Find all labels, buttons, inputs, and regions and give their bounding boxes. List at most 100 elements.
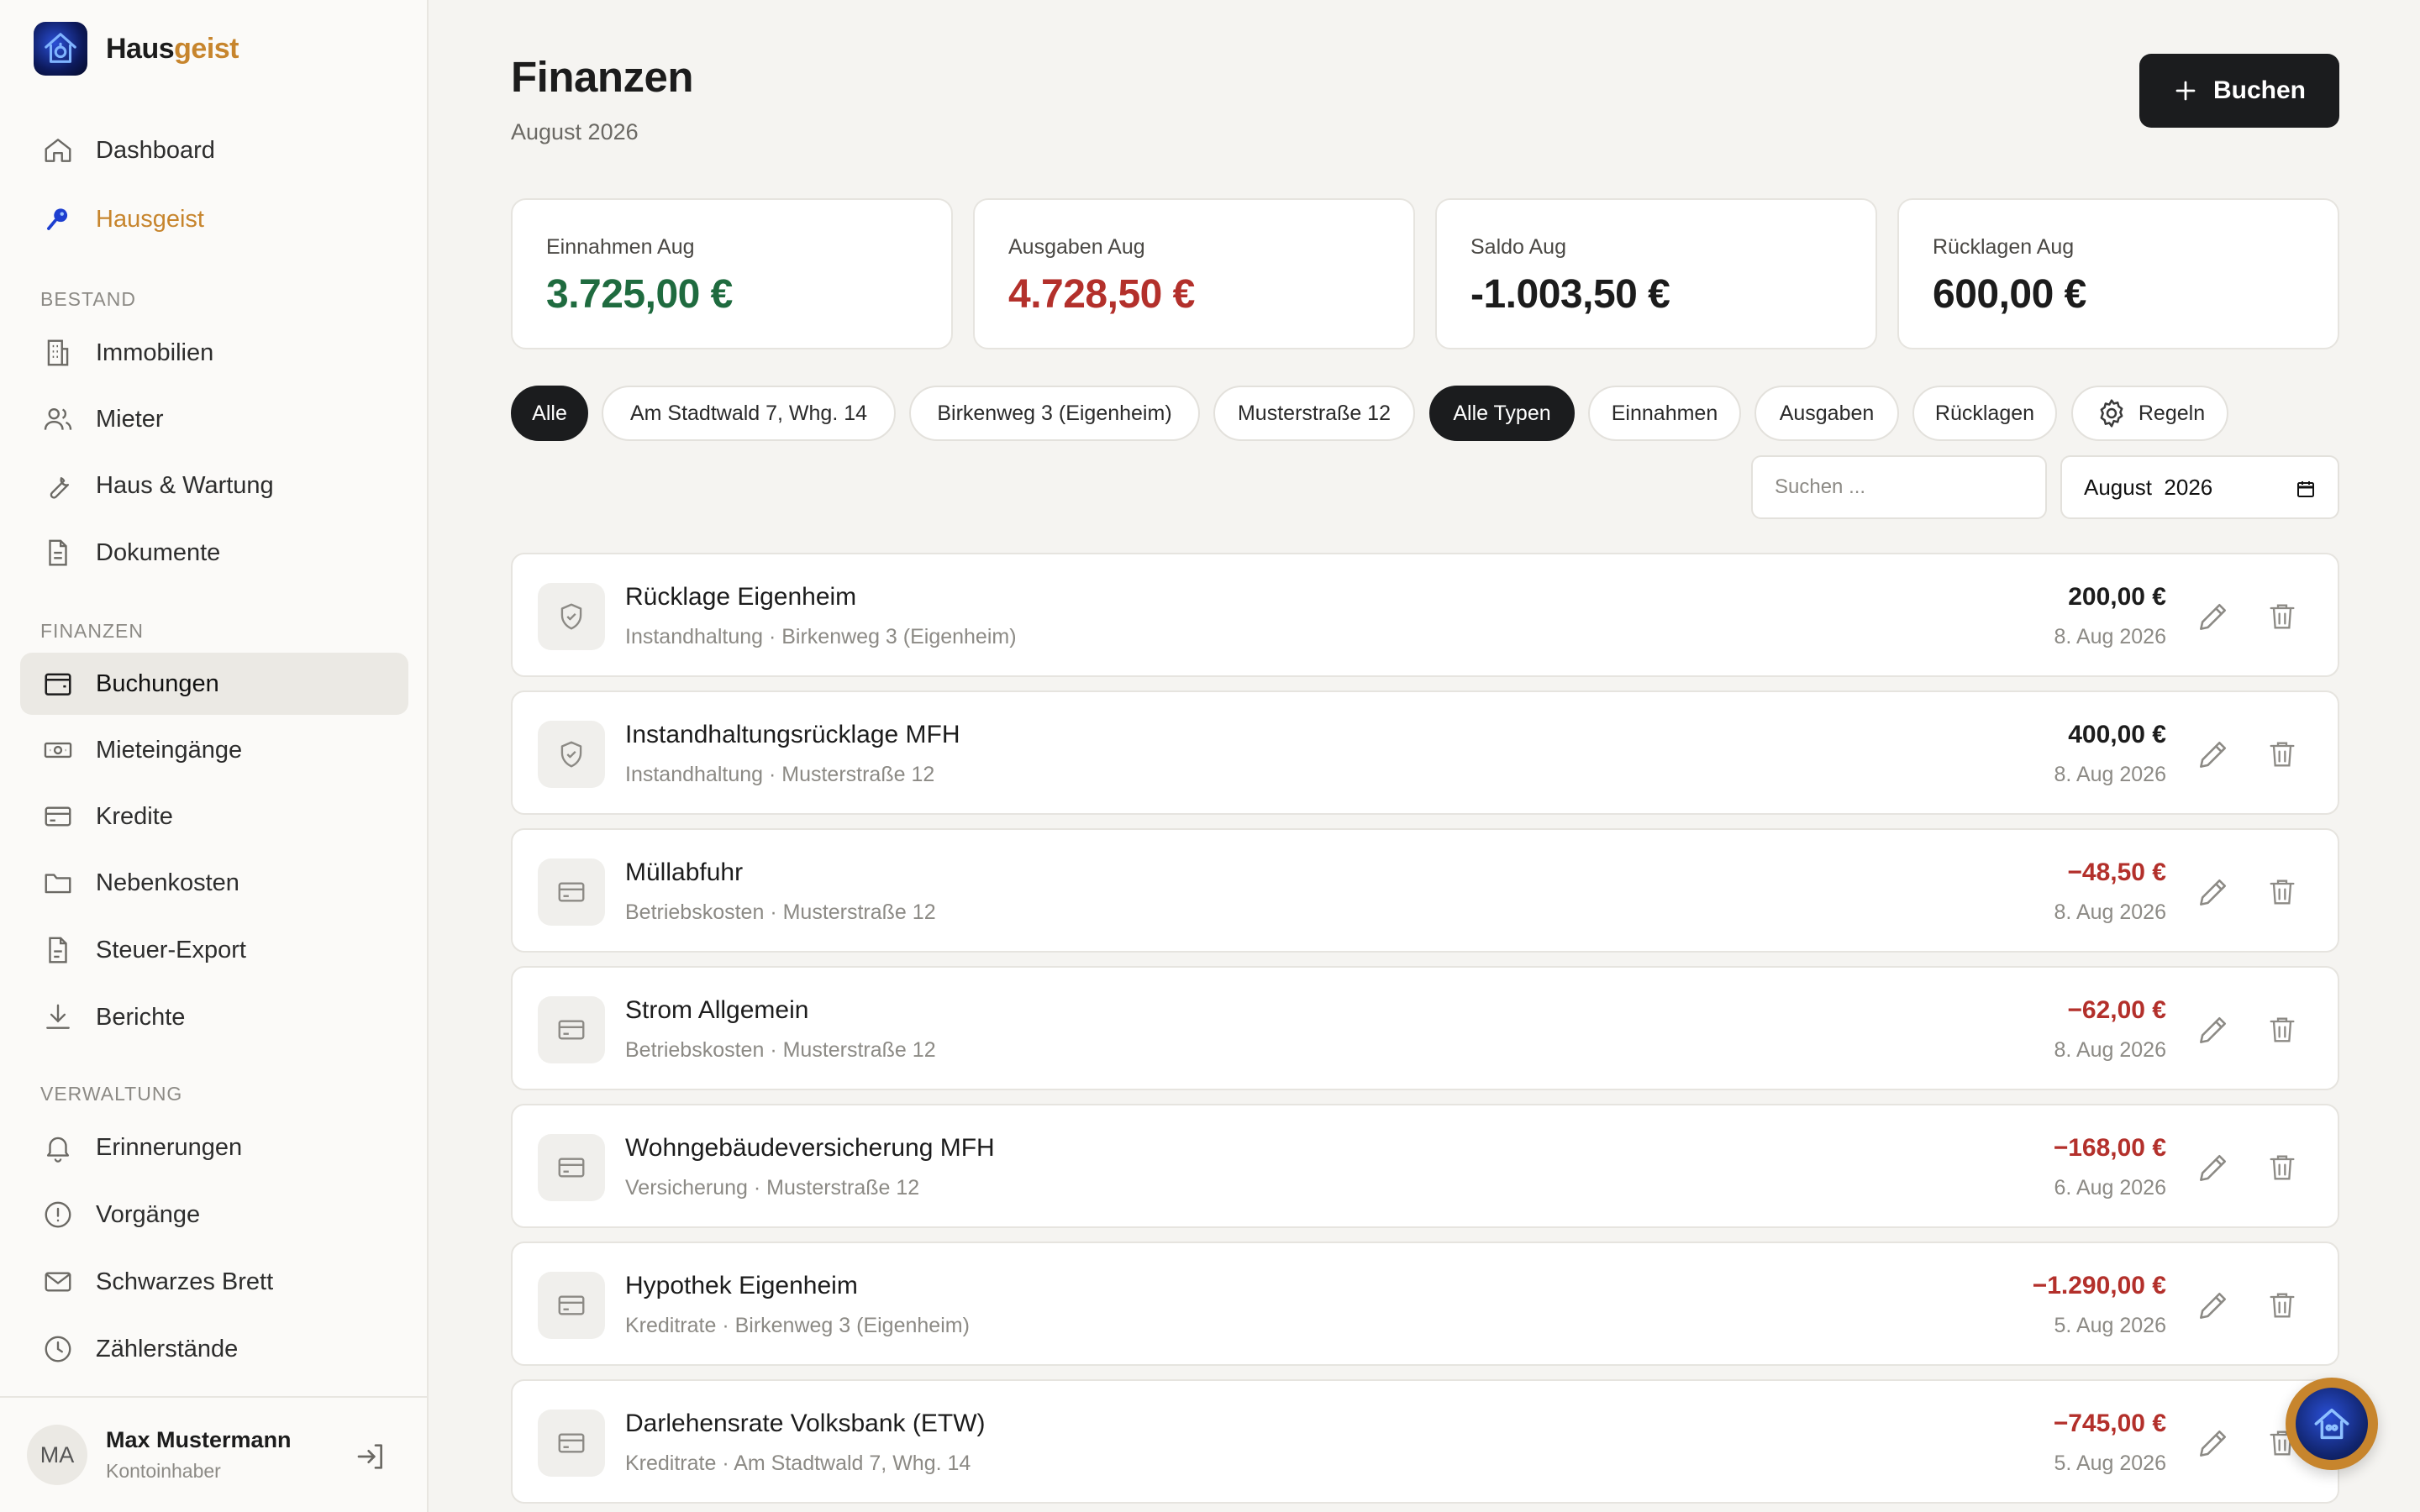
transaction-title: Wohngebäudeversicherung MFH: [625, 1134, 995, 1162]
transaction-date: 8. Aug 2026: [2054, 625, 2166, 648]
sidebar-item-hausgeist[interactable]: Hausgeist: [20, 188, 408, 250]
assistant-fab[interactable]: [2286, 1378, 2378, 1470]
transaction-row[interactable]: Müllabfuhr Betriebskosten · Musterstraße …: [511, 828, 2339, 953]
edit-icon[interactable]: [2195, 1149, 2232, 1186]
transaction-amount: 400,00 €: [2068, 721, 2166, 748]
sidebar-item-zaehlerstaende[interactable]: Zählerstände: [20, 1318, 408, 1380]
rules-button[interactable]: Regeln: [2071, 386, 2228, 441]
edit-icon[interactable]: [2195, 736, 2232, 773]
month-picker[interactable]: August 2026: [2060, 455, 2339, 519]
trash-icon[interactable]: [2265, 874, 2299, 911]
sidebar-item-steuer-export[interactable]: Steuer-Export: [20, 919, 408, 981]
filter-chip-am-stadtwald[interactable]: Am Stadtwald 7, Whg. 14: [602, 386, 896, 441]
logout-icon[interactable]: [355, 1440, 388, 1473]
transaction-amount: −48,50 €: [2067, 858, 2166, 886]
transaction-meta: Kreditrate · Am Stadtwald 7, Whg. 14: [625, 1452, 971, 1475]
transaction-type-badge: [538, 1410, 605, 1477]
transaction-meta: Kreditrate · Birkenweg 3 (Eigenheim): [625, 1314, 970, 1337]
edit-icon[interactable]: [2195, 1287, 2232, 1324]
filter-chip-birkenweg[interactable]: Birkenweg 3 (Eigenheim): [909, 386, 1200, 441]
edit-icon[interactable]: [2195, 598, 2232, 635]
document-icon: [49, 539, 67, 566]
edit-icon[interactable]: [2195, 874, 2232, 911]
sidebar-item-label: Kredite: [96, 802, 173, 830]
trash-icon[interactable]: [2265, 1011, 2299, 1048]
hausgeist-avatar-icon: [2296, 1388, 2368, 1460]
transaction-amount: −168,00 €: [2053, 1134, 2166, 1162]
transaction-date: 8. Aug 2026: [2054, 763, 2166, 786]
transaction-meta: Betriebskosten · Musterstraße 12: [625, 1038, 936, 1062]
transaction-row[interactable]: Wohngebäudeversicherung MFH Versicherung …: [511, 1104, 2339, 1228]
trash-icon[interactable]: [2265, 1149, 2299, 1186]
trash-icon[interactable]: [2265, 736, 2299, 773]
transaction-type-badge: [538, 583, 605, 650]
filter-chip-musterstrasse[interactable]: Musterstraße 12: [1213, 386, 1415, 441]
sidebar-item-label: Nebenkosten: [96, 869, 239, 896]
transaction-row[interactable]: Instandhaltungsrücklage MFH Instandhaltun…: [511, 690, 2339, 815]
gear-icon: [2100, 399, 2123, 428]
ghost-icon: [47, 208, 68, 230]
sidebar: Hausgeist Dashboard Hausgeist BESTAND Im…: [0, 0, 429, 1512]
sidebar-item-dokumente[interactable]: Dokumente: [20, 522, 408, 584]
buchen-button[interactable]: Buchen: [2139, 54, 2339, 128]
filter-chip-alle[interactable]: Alle: [511, 386, 588, 441]
trash-icon[interactable]: [2265, 598, 2299, 635]
sidebar-item-kredite[interactable]: Kredite: [20, 785, 408, 848]
sidebar-item-vorgaenge[interactable]: Vorgänge: [20, 1184, 408, 1246]
transaction-date: 6. Aug 2026: [2054, 1176, 2166, 1200]
transaction-row[interactable]: Darlehensrate Volksbank (ETW) Kreditrate …: [511, 1379, 2339, 1504]
stat-label: Einnahmen Aug: [546, 235, 695, 259]
sidebar-item-immobilien[interactable]: Immobilien: [20, 322, 408, 384]
brand-name: Hausgeist: [106, 32, 239, 65]
transaction-row[interactable]: Strom Allgemein Betriebskosten · Musterst…: [511, 966, 2339, 1090]
transaction-meta: Instandhaltung · Birkenweg 3 (Eigenheim): [625, 625, 1017, 648]
transaction-row[interactable]: Hypothek Eigenheim Kreditrate · Birkenweg…: [511, 1242, 2339, 1366]
sidebar-item-mieter[interactable]: Mieter: [20, 388, 408, 450]
sidebar-item-erinnerungen[interactable]: Erinnerungen: [20, 1116, 408, 1179]
page-title: Finanzen: [511, 53, 694, 101]
clock-icon: [45, 1336, 71, 1362]
sidebar-item-label: Dashboard: [96, 136, 215, 164]
transaction-title: Darlehensrate Volksbank (ETW): [625, 1410, 986, 1437]
transaction-type-badge: [538, 1134, 605, 1201]
transaction-date: 5. Aug 2026: [2054, 1452, 2166, 1475]
filter-chip-einnahmen[interactable]: Einnahmen: [1588, 386, 1741, 441]
sidebar-item-label: Buchungen: [96, 669, 219, 697]
sidebar-item-buchungen[interactable]: Buchungen: [20, 653, 408, 715]
sidebar-item-berichte[interactable]: Berichte: [20, 986, 408, 1048]
sidebar-item-label: Steuer-Export: [96, 936, 246, 963]
avatar[interactable]: MA: [27, 1425, 87, 1485]
filter-chip-ausgaben[interactable]: Ausgaben: [1754, 386, 1899, 441]
wallet-icon: [45, 673, 71, 696]
user-name: Max Mustermann: [106, 1427, 292, 1452]
stat-card-saldo: Saldo Aug -1.003,50 €: [1435, 198, 1877, 349]
transaction-row[interactable]: Rücklage Eigenheim Instandhaltung · Birke…: [511, 553, 2339, 677]
page-subtitle: August 2026: [511, 119, 639, 144]
search-input[interactable]: [1751, 455, 2047, 519]
credit-card-icon: [558, 1020, 585, 1040]
section-label-verwaltung: VERWALTUNG: [40, 1083, 183, 1105]
calendar-icon[interactable]: [2296, 479, 2316, 499]
alert-circle-icon: [45, 1201, 71, 1228]
sidebar-item-dashboard[interactable]: Dashboard: [20, 119, 408, 181]
transaction-date: 5. Aug 2026: [2054, 1314, 2166, 1337]
transaction-type-badge: [538, 1272, 605, 1339]
transaction-meta: Instandhaltung · Musterstraße 12: [625, 763, 935, 786]
transaction-title: Strom Allgemein: [625, 996, 809, 1024]
file-icon: [49, 937, 67, 963]
sidebar-item-schwarzes-brett[interactable]: Schwarzes Brett: [20, 1251, 408, 1313]
sidebar-item-mieteingaenge[interactable]: Mieteingänge: [20, 719, 408, 781]
filter-chip-ruecklagen[interactable]: Rücklagen: [1912, 386, 2057, 441]
sidebar-item-haus-wartung[interactable]: Haus & Wartung: [20, 454, 408, 517]
stat-card-einnahmen: Einnahmen Aug 3.725,00 €: [511, 198, 953, 349]
brand[interactable]: Hausgeist: [34, 22, 239, 76]
wrench-icon: [50, 477, 70, 499]
sidebar-item-nebenkosten[interactable]: Nebenkosten: [20, 852, 408, 914]
edit-icon[interactable]: [2195, 1011, 2232, 1048]
trash-icon[interactable]: [2265, 1287, 2299, 1324]
transaction-meta: Betriebskosten · Musterstraße 12: [625, 900, 936, 924]
sidebar-item-label: Mieteingänge: [96, 736, 243, 764]
stat-value: -1.003,50 €: [1470, 272, 1670, 317]
filter-chip-alle-typen[interactable]: Alle Typen: [1429, 386, 1575, 441]
edit-icon[interactable]: [2195, 1425, 2232, 1462]
